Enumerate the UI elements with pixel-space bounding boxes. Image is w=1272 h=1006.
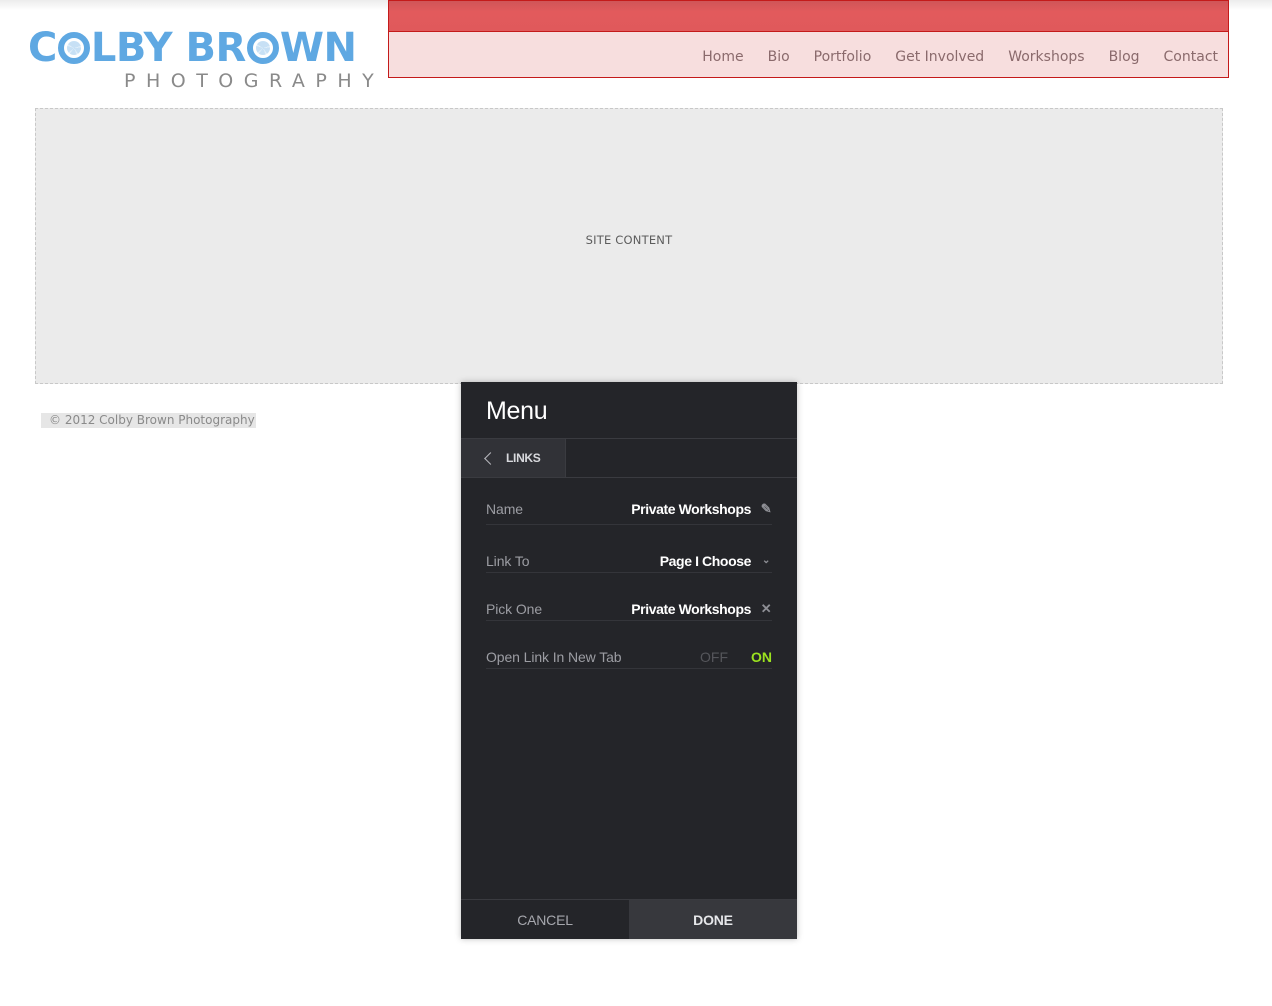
- pencil-icon[interactable]: ✎: [760, 501, 772, 517]
- back-tab-label: LINKS: [506, 451, 541, 465]
- chevron-down-icon: ⌄: [762, 555, 770, 566]
- site-header-nav: Home Bio Portfolio Get Involved Workshop…: [388, 0, 1229, 78]
- nav-menu: Home Bio Portfolio Get Involved Workshop…: [389, 32, 1228, 77]
- toggle-on-option[interactable]: ON: [751, 649, 772, 665]
- logo-text-middle: LBY BR: [90, 25, 246, 71]
- link-to-dropdown[interactable]: Page I Choose ⌄: [660, 553, 772, 569]
- logo-subtitle: PHOTOGRAPHY: [124, 70, 385, 92]
- link-to-value: Page I Choose: [659, 552, 752, 569]
- site-logo[interactable]: C LBY BR WN PHOTOGRAPHY: [28, 25, 374, 96]
- toggle-off-option[interactable]: OFF: [700, 649, 728, 665]
- footer-copyright: © 2012 Colby Brown Photography: [41, 413, 256, 428]
- panel-title: Menu: [461, 382, 797, 439]
- nav-item-home[interactable]: Home: [702, 49, 743, 65]
- open-new-tab-toggle[interactable]: OFF ON: [700, 649, 772, 665]
- site-content-area: SITE CONTENT: [35, 108, 1223, 384]
- open-new-tab-row: Open Link In New Tab OFF ON: [486, 621, 772, 669]
- done-button[interactable]: DONE: [629, 900, 797, 939]
- logo-text-start: C: [28, 25, 57, 71]
- nav-item-blog[interactable]: Blog: [1109, 49, 1140, 65]
- name-label: Name: [486, 501, 523, 517]
- open-new-tab-label: Open Link In New Tab: [486, 648, 622, 665]
- chevron-left-icon: [484, 451, 497, 465]
- nav-item-get-involved[interactable]: Get Involved: [895, 49, 984, 65]
- logo-wordmark: C LBY BR WN: [28, 25, 357, 71]
- pick-one-label: Pick One: [486, 600, 542, 617]
- name-value-text: Private Workshops: [631, 501, 751, 517]
- aperture-icon: [246, 32, 279, 64]
- pick-one-value[interactable]: Private Workshops ✕: [631, 601, 772, 617]
- close-icon[interactable]: ✕: [760, 601, 772, 617]
- link-to-label: Link To: [486, 552, 530, 569]
- aperture-icon: [57, 32, 90, 64]
- nav-item-contact[interactable]: Contact: [1164, 49, 1218, 65]
- link-to-row: Link To Page I Choose ⌄: [486, 525, 772, 573]
- name-value[interactable]: Private Workshops ✎: [631, 501, 772, 517]
- panel-footer: CANCEL DONE: [461, 899, 797, 939]
- cancel-button[interactable]: CANCEL: [461, 900, 629, 939]
- nav-item-portfolio[interactable]: Portfolio: [814, 49, 872, 65]
- logo-text-end: WN: [279, 25, 357, 71]
- panel-tabs: LINKS: [461, 439, 797, 478]
- site-content-label: SITE CONTENT: [585, 232, 673, 247]
- back-to-links-tab[interactable]: LINKS: [461, 439, 566, 477]
- nav-top-band: [389, 1, 1228, 32]
- pick-one-value-text: Private Workshops: [631, 600, 751, 617]
- name-field-row: Name Private Workshops ✎: [486, 501, 772, 525]
- link-settings-list: Name Private Workshops ✎ Link To Page I C…: [461, 501, 797, 669]
- nav-item-bio[interactable]: Bio: [768, 49, 790, 65]
- pick-one-row: Pick One Private Workshops ✕: [486, 573, 772, 621]
- menu-settings-panel: Menu LINKS Name Private Workshops ✎ Link …: [461, 382, 797, 939]
- nav-item-workshops[interactable]: Workshops: [1008, 49, 1084, 65]
